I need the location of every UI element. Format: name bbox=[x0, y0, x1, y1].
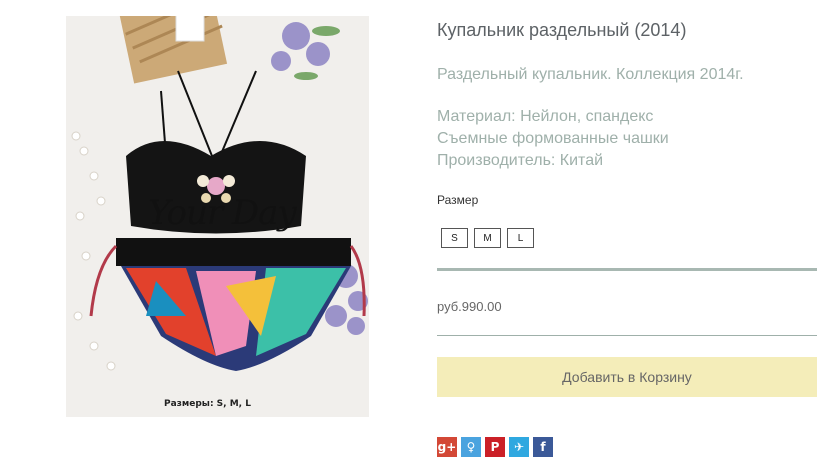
product-summary: Раздельный купальник. Коллекция 2014г. bbox=[437, 66, 744, 83]
image-watermark: Your Day bbox=[148, 193, 297, 233]
share-buttons: g+ ♀ P ✈ f bbox=[437, 437, 553, 457]
size-label: Размер bbox=[437, 193, 479, 207]
size-option-l[interactable]: L bbox=[507, 228, 534, 248]
add-to-cart-button[interactable]: Добавить в Корзину bbox=[437, 357, 817, 397]
size-options: S M L bbox=[441, 228, 534, 248]
product-description: Раздельный купальник. Коллекция 2014г. М… bbox=[437, 64, 744, 172]
product-title: Купальник раздельный (2014) bbox=[437, 20, 687, 40]
product-detail-material: Материал: Нейлон, спандекс bbox=[437, 108, 654, 125]
divider bbox=[437, 335, 817, 336]
pinterest-icon[interactable]: P bbox=[485, 437, 505, 457]
size-option-m[interactable]: M bbox=[474, 228, 501, 248]
twitter-icon[interactable]: ✈ bbox=[509, 437, 529, 457]
facebook-icon[interactable]: f bbox=[533, 437, 553, 457]
image-sizes-caption: Размеры: S, M, L bbox=[164, 399, 251, 409]
product-image[interactable]: Your Day Размеры: S, M, L bbox=[66, 16, 369, 417]
google-plus-icon[interactable]: g+ bbox=[437, 437, 457, 457]
odnoklassniki-icon[interactable]: ♀ bbox=[461, 437, 481, 457]
product-price: руб.990.00 bbox=[437, 299, 502, 314]
divider bbox=[437, 268, 817, 271]
product-detail-cups: Съемные формованные чашки bbox=[437, 130, 669, 147]
size-option-s[interactable]: S bbox=[441, 228, 468, 248]
product-detail-manufacturer: Производитель: Китай bbox=[437, 152, 604, 169]
